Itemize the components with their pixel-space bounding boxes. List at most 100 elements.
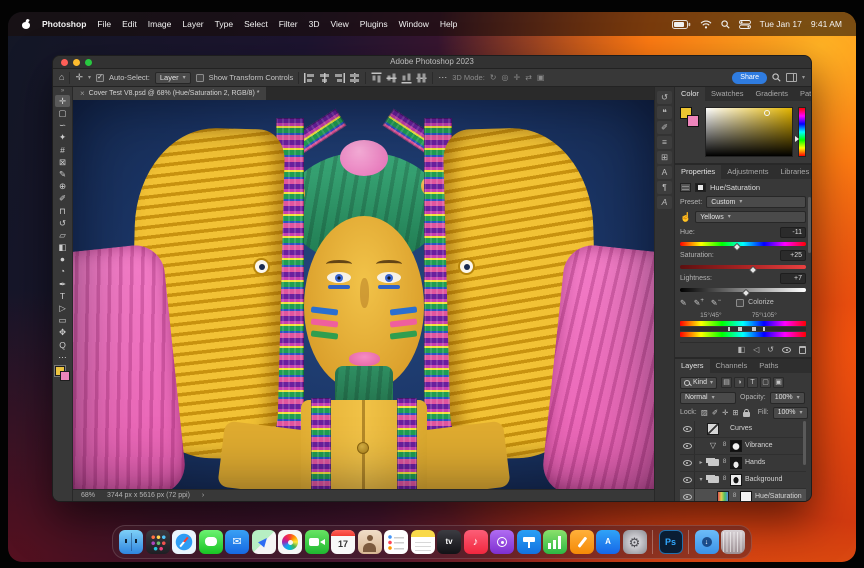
- hue-range-control[interactable]: [680, 327, 806, 331]
- facetime[interactable]: [305, 530, 329, 554]
- filter-adjustment-layers-icon[interactable]: ◑: [734, 377, 745, 388]
- mail[interactable]: [225, 530, 249, 554]
- menu-item[interactable]: Type: [215, 20, 233, 29]
- eraser-tool[interactable]: ▱: [55, 229, 70, 241]
- type-tool[interactable]: T: [55, 290, 70, 302]
- contacts[interactable]: [358, 530, 382, 554]
- slider-value-input[interactable]: -11: [780, 227, 806, 238]
- reset-icon[interactable]: ↺: [767, 346, 774, 354]
- workspace-switcher-icon[interactable]: [786, 73, 797, 82]
- close-tab-icon[interactable]: ×: [80, 90, 85, 98]
- minimize-button[interactable]: [73, 59, 80, 66]
- toolbar-collapse-icon[interactable]: »: [61, 88, 64, 94]
- layer-mask-thumbnail[interactable]: [730, 474, 742, 486]
- path-selection-tool[interactable]: ▷: [55, 302, 70, 314]
- channel-dropdown[interactable]: Yellows: [695, 211, 806, 223]
- eyedropper-subtract-icon[interactable]: ✎−: [711, 298, 721, 308]
- panel-tab[interactable]: Channels: [710, 359, 754, 373]
- menu-date[interactable]: Tue Jan 17: [760, 20, 802, 29]
- drag-3d-icon[interactable]: ✛: [513, 74, 520, 82]
- divider[interactable]: [652, 530, 653, 554]
- panel-tab[interactable]: Paths: [753, 359, 784, 373]
- auto-select-dropdown[interactable]: Layer: [155, 72, 191, 84]
- eyedropper-add-icon[interactable]: ✎+: [694, 298, 704, 308]
- scale-3d-icon[interactable]: ▣: [537, 74, 545, 82]
- search-icon[interactable]: [721, 20, 730, 29]
- distribute-top-icon[interactable]: [372, 72, 382, 83]
- layer-row[interactable]: 8 Hue/Saturation: [680, 489, 806, 502]
- slider-value-input[interactable]: +7: [780, 273, 806, 284]
- layer-thumbnail[interactable]: [707, 440, 719, 452]
- zoom-level-input[interactable]: 68%: [81, 492, 95, 499]
- layer-visibility-eye-icon[interactable]: [680, 438, 695, 454]
- share-button[interactable]: Share: [732, 72, 767, 84]
- layer-thumbnail[interactable]: [707, 474, 719, 486]
- layer-visibility-eye-icon[interactable]: [680, 421, 695, 437]
- menu-item[interactable]: Plugins: [360, 20, 388, 29]
- eyedropper-tool[interactable]: ✎: [55, 168, 70, 180]
- panel-tab[interactable]: Properties: [675, 165, 721, 179]
- clone-source-panel-icon[interactable]: ⊞: [657, 151, 672, 164]
- glyphs-panel-icon[interactable]: A: [657, 196, 672, 209]
- lock-artboard-icon[interactable]: ⊞: [732, 409, 738, 417]
- control-center-icon[interactable]: [739, 20, 751, 29]
- brushes-panel-icon[interactable]: ✐: [657, 121, 672, 134]
- calendar[interactable]: 17: [331, 530, 355, 554]
- lock-position-icon[interactable]: ✛: [722, 409, 728, 417]
- layer-row[interactable]: ▸ 8 Hands: [680, 455, 806, 472]
- canvas-artwork[interactable]: [73, 100, 654, 489]
- layer-row[interactable]: Curves: [680, 421, 806, 438]
- slider-track[interactable]: [680, 242, 806, 246]
- crop-tool[interactable]: #: [55, 144, 70, 156]
- layer-mask-thumbnail[interactable]: [730, 457, 742, 469]
- range-handle[interactable]: [728, 327, 730, 331]
- close-button[interactable]: [61, 59, 68, 66]
- mask-thumbnail-icon[interactable]: [695, 183, 706, 192]
- menu-item[interactable]: Filter: [279, 20, 298, 29]
- panel-tab[interactable]: Swatches: [705, 87, 750, 101]
- maximize-button[interactable]: [85, 59, 92, 66]
- downloads[interactable]: [695, 530, 719, 554]
- divider[interactable]: [688, 530, 689, 554]
- document-tab[interactable]: × Cover Test V8.psd @ 68% (Hue/Saturatio…: [73, 87, 266, 100]
- hue-slider-marker[interactable]: [795, 136, 799, 142]
- photos[interactable]: [278, 530, 302, 554]
- menu-item[interactable]: File: [97, 20, 111, 29]
- background-color-swatch[interactable]: [687, 115, 699, 127]
- clip-to-layer-icon[interactable]: ◧: [738, 346, 746, 354]
- settings[interactable]: [623, 530, 647, 554]
- color-picker-marker[interactable]: [764, 110, 770, 116]
- menu-item[interactable]: Help: [440, 20, 457, 29]
- apple-menu-icon[interactable]: [22, 20, 30, 29]
- color-field[interactable]: [705, 107, 793, 157]
- lock-transparent-icon[interactable]: ▨: [701, 409, 708, 417]
- messages[interactable]: [199, 530, 223, 554]
- podcasts[interactable]: [490, 530, 514, 554]
- rectangle-tool[interactable]: ▭: [55, 314, 70, 326]
- distribute-gap-icon[interactable]: [417, 72, 427, 83]
- background-color-swatch[interactable]: [60, 371, 70, 381]
- comments-panel-icon[interactable]: ❝: [657, 106, 672, 119]
- scrollbar-thumb[interactable]: [803, 421, 806, 465]
- blur-tool[interactable]: ●: [55, 253, 70, 265]
- music[interactable]: ♪: [464, 530, 488, 554]
- finder[interactable]: [119, 530, 143, 554]
- tv[interactable]: tv: [437, 530, 461, 554]
- panel-tab[interactable]: Patterns: [794, 87, 812, 101]
- fill-input[interactable]: 100%: [773, 407, 808, 419]
- reminders[interactable]: [384, 530, 408, 554]
- range-handle[interactable]: [752, 327, 756, 331]
- character-panel-icon[interactable]: A: [657, 166, 672, 179]
- auto-select-checkbox[interactable]: [96, 74, 104, 82]
- safari[interactable]: [172, 530, 196, 554]
- slider-track[interactable]: [680, 288, 806, 292]
- menu-item[interactable]: Window: [399, 20, 429, 29]
- panel-tab[interactable]: Layers: [675, 359, 710, 373]
- hue-slider[interactable]: [798, 107, 806, 157]
- slider-thumb[interactable]: [741, 289, 749, 297]
- align-center-horizontal-icon[interactable]: [319, 73, 330, 83]
- range-handle[interactable]: [763, 327, 765, 331]
- layer-visibility-eye-icon[interactable]: [680, 472, 695, 488]
- hand-tool[interactable]: ✥: [55, 327, 70, 339]
- marquee-tool[interactable]: ▢: [55, 107, 70, 119]
